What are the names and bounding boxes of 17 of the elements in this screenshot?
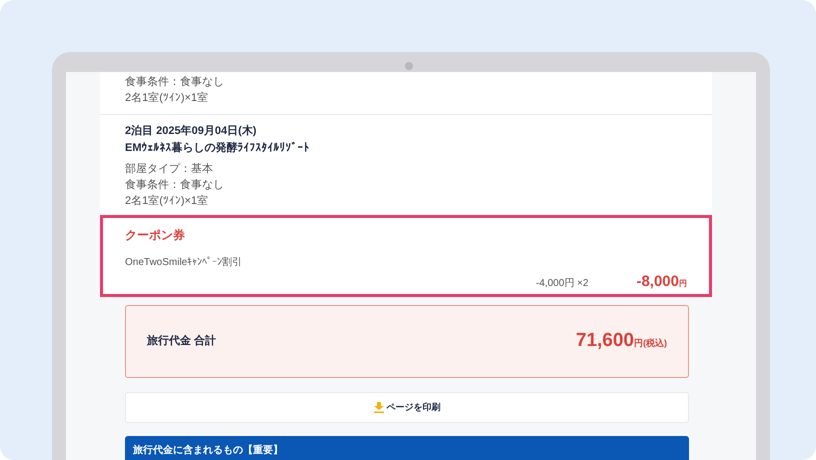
night-date: 2泊目 2025年09月04日(木)	[125, 124, 258, 139]
detail-text: 2名1室(ﾂｲﾝ)×1室	[125, 194, 210, 209]
detail-text: 部屋タイプ：基本	[125, 162, 214, 177]
coupon-amount: -8,000円	[636, 272, 687, 292]
download-icon	[374, 402, 384, 413]
coupon-name: OneTwoSmileｷｬﾝﾍﾟｰﾝ割引	[125, 256, 242, 270]
detail-text: 食事条件：食事なし	[125, 75, 225, 90]
detail-text: 2名1室(ﾂｲﾝ)×1室	[125, 90, 210, 106]
detail-text: 食事条件：食事なし	[125, 178, 225, 193]
coupon-title: クーポン券	[125, 227, 185, 244]
hotel-name: EMｳｪﾙﾈｽ暮らしの発酵ﾗｲﾌｽﾀｲﾙﾘｿﾞｰﾄ	[125, 140, 310, 156]
coupon-unit-price: -4,000円 ×2	[536, 277, 588, 291]
print-button[interactable]: ページを印刷	[125, 392, 689, 423]
total-amount: 71,600円(税込)	[576, 329, 667, 354]
camera-icon	[405, 62, 413, 70]
total-label: 旅行代金 合計	[147, 334, 216, 350]
section-header: 旅行代金に含まれるもの【重要】	[125, 436, 689, 460]
